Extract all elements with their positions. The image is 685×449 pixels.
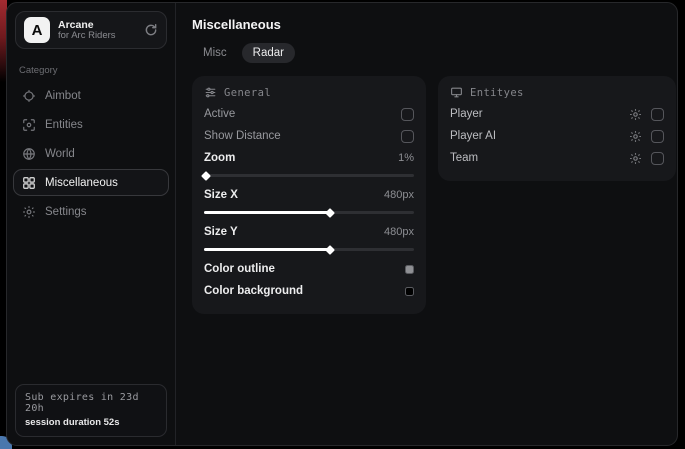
general-panel-title: General	[224, 87, 271, 99]
color-row-outline: Color outline	[204, 258, 414, 280]
gear-icon[interactable]	[629, 152, 642, 165]
player-checkbox[interactable]	[651, 108, 664, 121]
color-label: Color outline	[204, 263, 275, 275]
gear-icon[interactable]	[629, 108, 642, 121]
slider-row-size-y: Size Y 480px	[204, 221, 414, 243]
player-ai-checkbox[interactable]	[651, 130, 664, 143]
sync-icon[interactable]	[144, 23, 158, 37]
slider-thumb[interactable]	[325, 208, 335, 218]
sidebar-item-miscellaneous[interactable]: Miscellaneous	[13, 169, 169, 196]
brand-text: Arcane for Arc Riders	[58, 19, 136, 42]
toggle-row-show-distance: Show Distance	[204, 125, 414, 147]
color-outline-swatch[interactable]	[405, 265, 414, 274]
size-x-slider[interactable]	[204, 207, 414, 217]
main-content: Miscellaneous Misc Radar General Active	[176, 3, 678, 445]
sidebar: A Arcane for Arc Riders Category Aimbot	[7, 3, 176, 445]
toggle-label: Show Distance	[204, 130, 281, 142]
gear-icon	[22, 205, 36, 219]
page-title: Miscellaneous	[192, 17, 676, 32]
entity-label: Team	[450, 152, 478, 164]
slider-label: Size X	[204, 189, 238, 201]
app-window: A Arcane for Arc Riders Category Aimbot	[6, 2, 678, 446]
color-background-swatch[interactable]	[405, 287, 414, 296]
sidebar-item-label: Entities	[45, 119, 83, 131]
sidebar-item-label: World	[45, 148, 75, 160]
sidebar-item-entities[interactable]: Entities	[13, 111, 169, 138]
category-label: Category	[19, 65, 175, 76]
active-checkbox[interactable]	[401, 108, 414, 121]
sidebar-nav: Aimbot Entities World Miscellaneous	[7, 78, 175, 229]
crosshair-icon	[22, 89, 36, 103]
slider-row-zoom: Zoom 1%	[204, 147, 414, 169]
slider-value: 480px	[384, 226, 414, 238]
app-logo: A	[24, 17, 50, 43]
general-panel-header: General	[204, 86, 414, 99]
sidebar-item-label: Settings	[45, 206, 87, 218]
entity-label: Player AI	[450, 130, 496, 142]
globe-icon	[22, 147, 36, 161]
slider-label: Zoom	[204, 152, 235, 164]
zoom-slider[interactable]	[204, 170, 414, 180]
brand-title: Arcane	[58, 19, 136, 31]
subscription-status-card: Sub expires in 23d 20h session duration …	[15, 384, 167, 437]
tab-radar[interactable]: Radar	[242, 43, 295, 63]
slider-thumb[interactable]	[325, 245, 335, 255]
tab-bar: Misc Radar	[192, 43, 676, 63]
sub-expiry-text: Sub expires in 23d 20h	[25, 392, 157, 414]
entity-row-team: Team	[450, 147, 664, 169]
entities-panel: Entityes Player Player AI	[438, 76, 676, 181]
sidebar-item-aimbot[interactable]: Aimbot	[13, 82, 169, 109]
sidebar-item-settings[interactable]: Settings	[13, 198, 169, 225]
slider-value: 480px	[384, 189, 414, 201]
grid-icon	[22, 176, 36, 190]
sidebar-item-world[interactable]: World	[13, 140, 169, 167]
monitor-icon	[450, 86, 463, 99]
size-y-slider[interactable]	[204, 244, 414, 254]
entity-row-player-ai: Player AI	[450, 125, 664, 147]
slider-thumb[interactable]	[201, 171, 211, 181]
toggle-label: Active	[204, 108, 235, 120]
team-checkbox[interactable]	[651, 152, 664, 165]
entity-label: Player	[450, 108, 483, 120]
sidebar-item-label: Aimbot	[45, 90, 81, 102]
color-label: Color background	[204, 285, 303, 297]
slider-row-size-x: Size X 480px	[204, 184, 414, 206]
slider-label: Size Y	[204, 226, 238, 238]
general-panel: General Active Show Distance Zoom 1%	[192, 76, 426, 314]
color-row-background: Color background	[204, 280, 414, 302]
sliders-icon	[204, 86, 217, 99]
entities-panel-title: Entityes	[470, 87, 524, 99]
gear-icon[interactable]	[629, 130, 642, 143]
slider-value: 1%	[398, 152, 414, 164]
entities-panel-header: Entityes	[450, 86, 664, 99]
scan-icon	[22, 118, 36, 132]
sidebar-item-label: Miscellaneous	[45, 177, 118, 189]
show-distance-checkbox[interactable]	[401, 130, 414, 143]
toggle-row-active: Active	[204, 103, 414, 125]
brand-subtitle: for Arc Riders	[58, 31, 136, 42]
entity-row-player: Player	[450, 103, 664, 125]
brand-card: A Arcane for Arc Riders	[15, 11, 167, 49]
tab-misc[interactable]: Misc	[192, 43, 238, 63]
session-duration-text: session duration 52s	[25, 417, 157, 428]
